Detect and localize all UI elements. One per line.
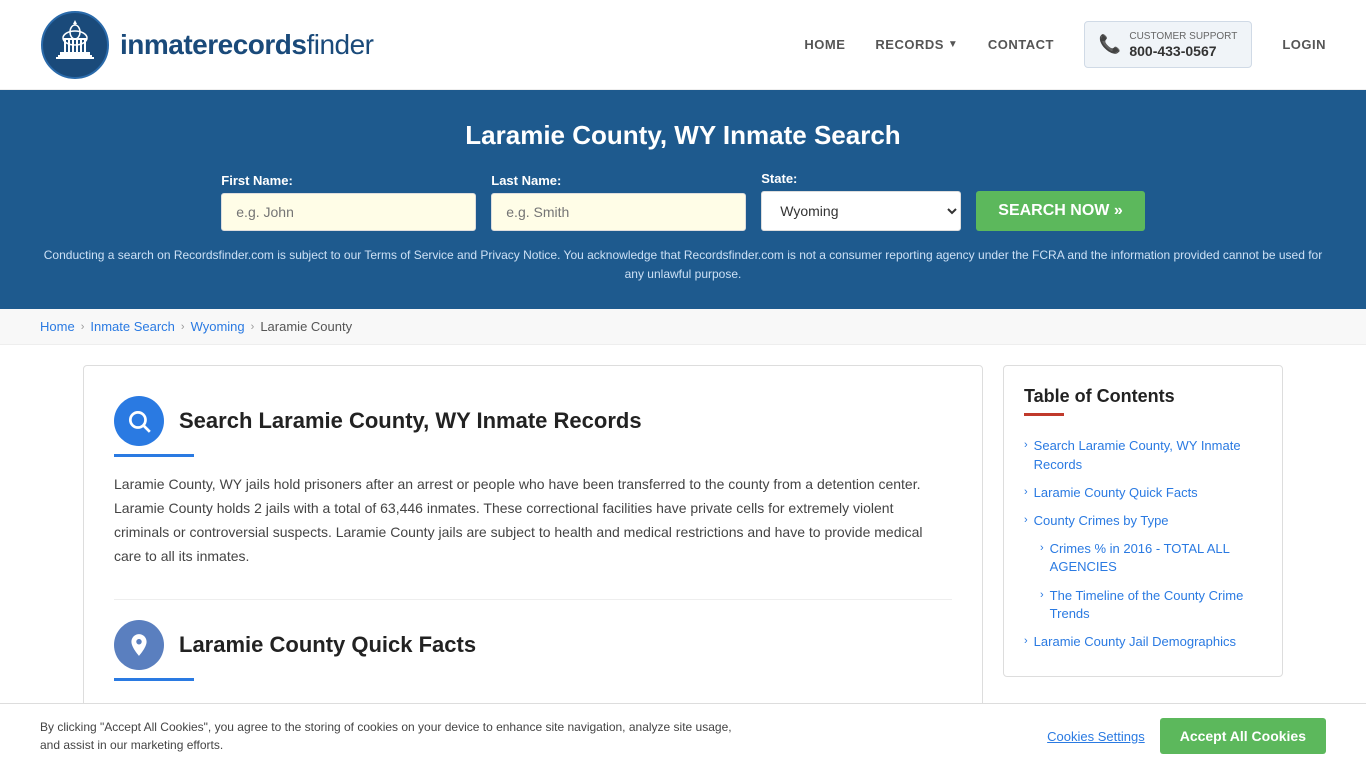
last-name-input[interactable] bbox=[491, 193, 746, 231]
section1-body: Laramie County, WY jails hold prisoners … bbox=[114, 473, 952, 568]
breadcrumb-sep-1: › bbox=[81, 321, 85, 333]
toc-chevron-4: › bbox=[1040, 542, 1044, 554]
sidebar: Table of Contents › Search Laramie Count… bbox=[1003, 365, 1283, 727]
toc-chevron-5: › bbox=[1040, 589, 1044, 601]
toc-underline bbox=[1024, 413, 1064, 416]
logo-icon bbox=[40, 10, 110, 80]
toc-item-2[interactable]: › Laramie County Quick Facts bbox=[1024, 479, 1262, 507]
breadcrumb-home[interactable]: Home bbox=[40, 319, 75, 334]
section1-underline bbox=[114, 454, 194, 457]
search-disclaimer: Conducting a search on Recordsfinder.com… bbox=[40, 246, 1326, 284]
logo-text: inmaterecordsfinder bbox=[120, 29, 374, 61]
location-icon bbox=[126, 632, 152, 658]
toc-chevron-1: › bbox=[1024, 439, 1028, 451]
cookie-banner: By clicking "Accept All Cookies", you ag… bbox=[0, 703, 1366, 768]
nav-home[interactable]: HOME bbox=[804, 37, 845, 52]
breadcrumb-sep-3: › bbox=[251, 321, 255, 333]
section2-header: Laramie County Quick Facts bbox=[114, 620, 952, 670]
search-section-icon bbox=[114, 396, 164, 446]
toc-item-5[interactable]: › The Timeline of the County Crime Trend… bbox=[1024, 582, 1262, 628]
accept-all-cookies-button[interactable]: Accept All Cookies bbox=[1160, 718, 1326, 754]
support-info: CUSTOMER SUPPORT 800-433-0567 bbox=[1129, 30, 1237, 59]
last-name-group: Last Name: bbox=[491, 173, 746, 231]
toc-item-3[interactable]: › County Crimes by Type bbox=[1024, 507, 1262, 535]
main-nav: HOME RECORDS ▼ CONTACT 📞 CUSTOMER SUPPOR… bbox=[804, 21, 1326, 68]
search-hero: Laramie County, WY Inmate Search First N… bbox=[0, 90, 1366, 309]
breadcrumb-inmate-search[interactable]: Inmate Search bbox=[90, 319, 175, 334]
first-name-group: First Name: bbox=[221, 173, 476, 231]
main-container: Search Laramie County, WY Inmate Records… bbox=[43, 365, 1323, 727]
toc-link-2[interactable]: Laramie County Quick Facts bbox=[1034, 484, 1198, 502]
records-chevron-icon: ▼ bbox=[948, 39, 958, 50]
section1-header: Search Laramie County, WY Inmate Records bbox=[114, 396, 952, 446]
phone-icon: 📞 bbox=[1099, 34, 1121, 55]
support-number: 800-433-0567 bbox=[1129, 43, 1237, 59]
cookie-text: By clicking "Accept All Cookies", you ag… bbox=[40, 718, 740, 754]
last-name-label: Last Name: bbox=[491, 173, 746, 188]
section1-title: Search Laramie County, WY Inmate Records bbox=[179, 408, 642, 434]
toc-item-4[interactable]: › Crimes % in 2016 - TOTAL ALL AGENCIES bbox=[1024, 535, 1262, 581]
breadcrumb: Home › Inmate Search › Wyoming › Laramie… bbox=[0, 309, 1366, 345]
customer-support: 📞 CUSTOMER SUPPORT 800-433-0567 bbox=[1084, 21, 1252, 68]
section2-title: Laramie County Quick Facts bbox=[179, 632, 476, 658]
nav-contact[interactable]: CONTACT bbox=[988, 37, 1054, 52]
nav-records-link[interactable]: RECORDS bbox=[875, 37, 944, 52]
toc-chevron-6: › bbox=[1024, 635, 1028, 647]
state-label: State: bbox=[761, 171, 961, 186]
toc-link-3[interactable]: County Crimes by Type bbox=[1034, 512, 1169, 530]
state-select[interactable]: Wyoming bbox=[761, 191, 961, 231]
toc-chevron-2: › bbox=[1024, 486, 1028, 498]
nav-login[interactable]: LOGIN bbox=[1282, 37, 1326, 52]
toc-link-4[interactable]: Crimes % in 2016 - TOTAL ALL AGENCIES bbox=[1050, 540, 1262, 576]
content-area: Search Laramie County, WY Inmate Records… bbox=[83, 365, 983, 727]
state-group: State: Wyoming bbox=[761, 171, 961, 231]
toc-box: Table of Contents › Search Laramie Count… bbox=[1003, 365, 1283, 677]
breadcrumb-sep-2: › bbox=[181, 321, 185, 333]
site-header: inmaterecordsfinder HOME RECORDS ▼ CONTA… bbox=[0, 0, 1366, 90]
first-name-input[interactable] bbox=[221, 193, 476, 231]
facts-section-icon bbox=[114, 620, 164, 670]
toc-title: Table of Contents bbox=[1024, 386, 1262, 407]
logo[interactable]: inmaterecordsfinder bbox=[40, 10, 374, 80]
first-name-label: First Name: bbox=[221, 173, 476, 188]
cookies-settings-button[interactable]: Cookies Settings bbox=[1047, 729, 1145, 744]
toc-chevron-3: › bbox=[1024, 514, 1028, 526]
toc-link-6[interactable]: Laramie County Jail Demographics bbox=[1034, 633, 1236, 651]
support-label: CUSTOMER SUPPORT bbox=[1129, 30, 1237, 43]
search-button[interactable]: SEARCH NOW » bbox=[976, 191, 1144, 231]
section2: Laramie County Quick Facts bbox=[114, 599, 952, 681]
breadcrumb-wyoming[interactable]: Wyoming bbox=[191, 319, 245, 334]
nav-records[interactable]: RECORDS ▼ bbox=[875, 37, 957, 52]
toc-link-1[interactable]: Search Laramie County, WY Inmate Records bbox=[1034, 437, 1262, 473]
hero-title: Laramie County, WY Inmate Search bbox=[40, 120, 1326, 151]
breadcrumb-current: Laramie County bbox=[260, 319, 352, 334]
cookie-actions: Cookies Settings Accept All Cookies bbox=[1047, 718, 1326, 754]
toc-link-5[interactable]: The Timeline of the County Crime Trends bbox=[1050, 587, 1262, 623]
section2-underline bbox=[114, 678, 194, 681]
toc-item-6[interactable]: › Laramie County Jail Demographics bbox=[1024, 628, 1262, 656]
toc-item-1[interactable]: › Search Laramie County, WY Inmate Recor… bbox=[1024, 432, 1262, 478]
search-form: First Name: Last Name: State: Wyoming SE… bbox=[40, 171, 1326, 231]
magnifier-icon bbox=[126, 408, 152, 434]
